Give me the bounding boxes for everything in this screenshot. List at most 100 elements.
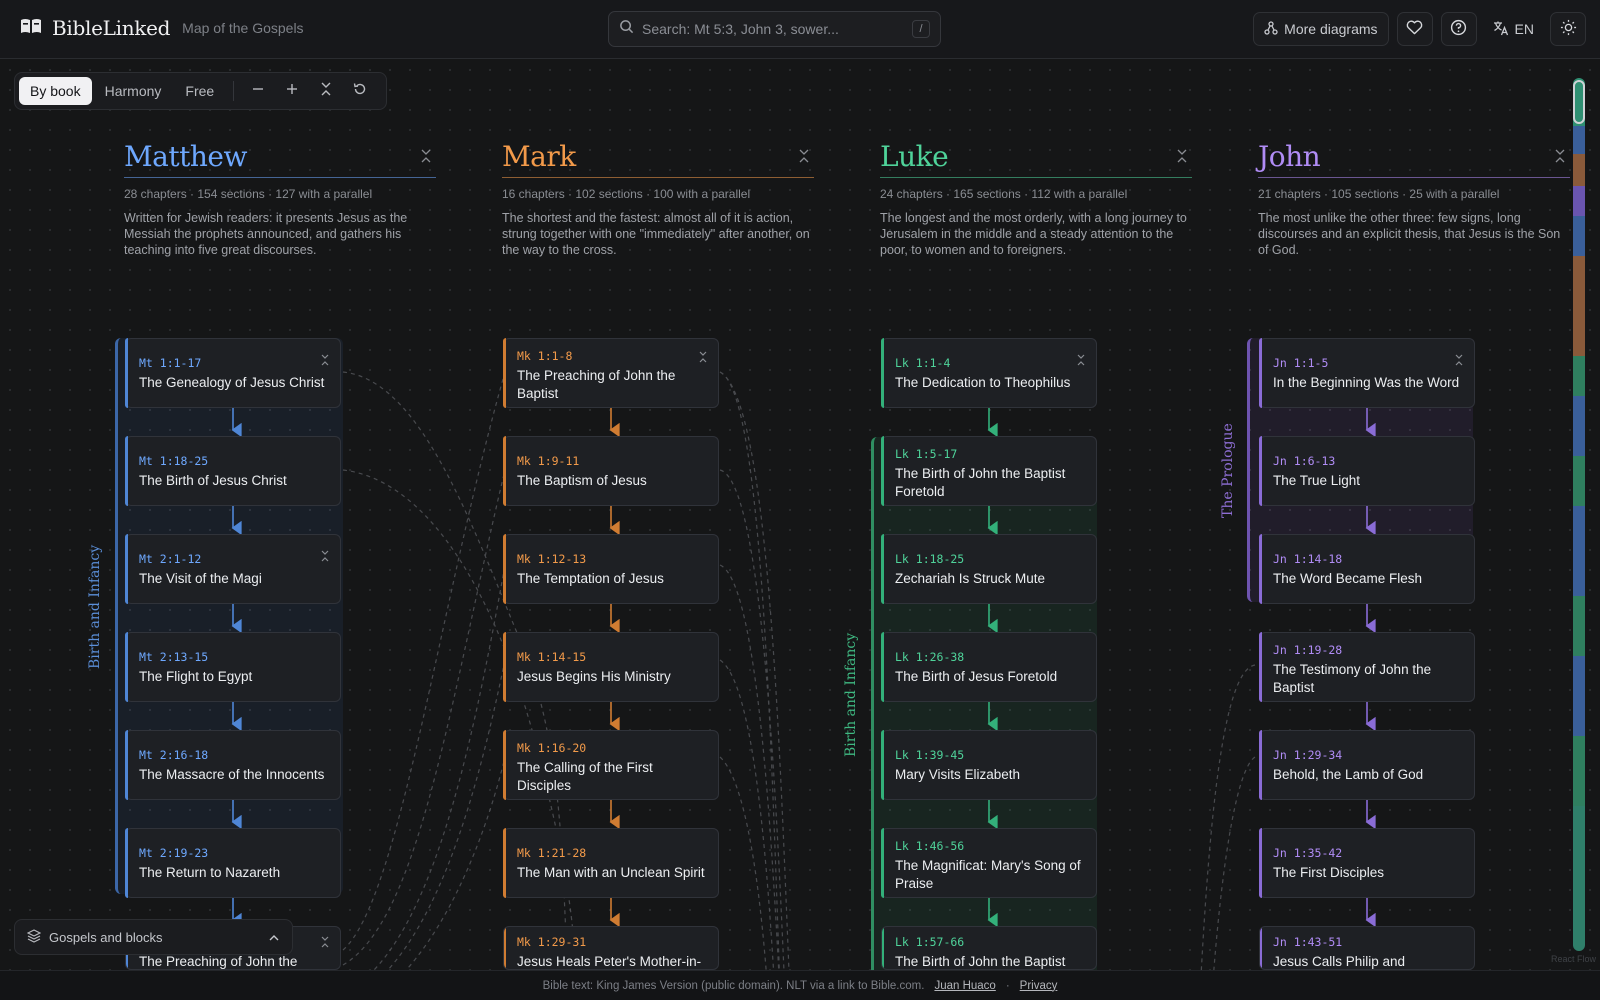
- privacy-link[interactable]: Privacy: [1020, 980, 1058, 992]
- collapse-icon[interactable]: [420, 149, 432, 168]
- help-button[interactable]: [1440, 12, 1477, 46]
- mode-harmony-button[interactable]: Harmony: [94, 77, 173, 105]
- section-card[interactable]: Lk 1:5-17 The Birth of John the Baptist …: [881, 436, 1097, 506]
- card-ref: Jn 1:43-51: [1273, 935, 1343, 949]
- mode-by-book-button[interactable]: By book: [19, 77, 92, 105]
- search-box[interactable]: /: [608, 11, 941, 47]
- card-title: The Birth of Jesus Foretold: [895, 669, 1058, 684]
- section-card[interactable]: Mk 1:29-31 Jesus Heals Peter's Mother-in…: [503, 926, 719, 970]
- card-title: The Genealogy of Jesus Christ: [139, 375, 325, 390]
- section-card[interactable]: Mt 1:1-17 The Genealogy of Jesus Christ: [125, 338, 341, 408]
- section-card[interactable]: Mt 2:1-12 The Visit of the Magi: [125, 534, 341, 604]
- card-ref: Lk 1:46-56: [895, 839, 965, 853]
- toolbar-divider: [233, 81, 235, 101]
- help-icon: [1450, 19, 1467, 39]
- translate-icon: [1493, 20, 1509, 39]
- section-card[interactable]: Jn 1:14-18 The Word Became Flesh: [1259, 534, 1475, 604]
- favorites-button[interactable]: [1396, 12, 1433, 46]
- card-accent: [503, 534, 506, 604]
- collapse-icon[interactable]: [1076, 353, 1086, 371]
- collapse-icon[interactable]: [1454, 353, 1464, 371]
- group-label-luke: Birth and Infancy: [843, 632, 859, 757]
- card-title: The True Light: [1273, 473, 1361, 488]
- mode-free-button[interactable]: Free: [174, 77, 225, 105]
- section-card[interactable]: Jn 1:43-51 Jesus Calls Philip and: [1259, 926, 1475, 970]
- collapse-icon[interactable]: [320, 549, 330, 567]
- zoom-out-button[interactable]: [242, 77, 274, 105]
- footer-dot: ·: [1005, 979, 1010, 992]
- section-card[interactable]: Lk 1:39-45 Mary Visits Elizabeth: [881, 730, 1097, 800]
- section-card[interactable]: Mk 1:9-11 The Baptism of Jesus: [503, 436, 719, 506]
- card-ref: Lk 1:26-38: [895, 650, 965, 664]
- section-card[interactable]: Mt 2:19-23 The Return to Nazareth: [125, 828, 341, 898]
- section-card[interactable]: Lk 1:57-66 The Birth of John the Baptist: [881, 926, 1097, 970]
- card-title: Mary Visits Elizabeth: [895, 767, 1021, 782]
- section-card[interactable]: Lk 1:1-4 The Dedication to Theophilus: [881, 338, 1097, 408]
- collapse-icon[interactable]: [698, 350, 708, 368]
- section-card[interactable]: Jn 1:6-13 The True Light: [1259, 436, 1475, 506]
- card-title: The Dedication to Theophilus: [895, 375, 1071, 390]
- section-card[interactable]: Mt 2:16-18 The Massacre of the Innocents: [125, 730, 341, 800]
- gospel-title: Mark: [502, 139, 576, 173]
- section-card[interactable]: Jn 1:29-34 Behold, the Lamb of God: [1259, 730, 1475, 800]
- card-accent: [1259, 730, 1262, 800]
- collapse-icon[interactable]: [1176, 149, 1188, 168]
- card-title: The Baptism of Jesus: [517, 473, 647, 488]
- gospel-divider: [124, 177, 436, 178]
- card-title: The Calling of the First Disciples: [517, 760, 653, 793]
- panel-label: Gospels and blocks: [49, 929, 163, 945]
- collapse-icon[interactable]: [798, 149, 810, 168]
- card-accent: [1259, 436, 1262, 506]
- section-card[interactable]: Mt 2:13-15 The Flight to Egypt: [125, 632, 341, 702]
- chevron-up-icon[interactable]: [268, 930, 280, 945]
- card-accent: [1259, 338, 1262, 408]
- theme-toggle[interactable]: [1550, 12, 1586, 46]
- section-card[interactable]: Mk 1:12-13 The Temptation of Jesus: [503, 534, 719, 604]
- gospel-header-luke: Luke 24 chapters · 165 sections · 112 wi…: [880, 135, 1192, 258]
- card-title: The Preaching of John the Baptist: [517, 368, 676, 401]
- section-card[interactable]: Jn 1:1-5 In the Beginning Was the Word: [1259, 338, 1475, 408]
- section-card[interactable]: Mk 1:16-20 The Calling of the First Disc…: [503, 730, 719, 800]
- card-title: The Flight to Egypt: [139, 669, 253, 684]
- section-card[interactable]: Lk 1:18-25 Zechariah Is Struck Mute: [881, 534, 1097, 604]
- card-accent: [881, 632, 884, 702]
- language-selector[interactable]: EN: [1485, 12, 1542, 46]
- section-card[interactable]: Mk 1:1-8 The Preaching of John the Bapti…: [503, 338, 719, 408]
- section-card[interactable]: Lk 1:46-56 The Magnificat: Mary's Song o…: [881, 828, 1097, 898]
- brand[interactable]: BibleLinked Map of the Gospels: [20, 16, 304, 40]
- card-title: The Preaching of John the: [139, 954, 298, 969]
- minimap-segment: [1573, 154, 1585, 186]
- card-title: The Return to Nazareth: [139, 865, 281, 880]
- more-diagrams-button[interactable]: More diagrams: [1253, 12, 1389, 46]
- zoom-in-button[interactable]: [276, 77, 308, 105]
- section-card[interactable]: Jn 1:35-42 The First Disciples: [1259, 828, 1475, 898]
- gospel-divider: [880, 177, 1192, 178]
- gospel-description: The shortest and the fastest: almost all…: [502, 211, 810, 257]
- section-card[interactable]: Mt 1:18-25 The Birth of Jesus Christ: [125, 436, 341, 506]
- gospel-stats: 28 chapters · 154 sections · 127 with a …: [124, 187, 373, 201]
- reset-view-button[interactable]: [344, 77, 376, 105]
- search-input[interactable]: [642, 21, 904, 37]
- section-card[interactable]: Mk 1:21-28 The Man with an Unclean Spiri…: [503, 828, 719, 898]
- minimap-segment: [1573, 456, 1585, 506]
- collapse-icon[interactable]: [320, 935, 330, 953]
- gospel-header-mark: Mark 16 chapters · 102 sections · 100 wi…: [502, 135, 814, 258]
- collapse-icon[interactable]: [1554, 149, 1566, 168]
- group-band-matthew: [115, 338, 343, 894]
- collapse-icon[interactable]: [320, 353, 330, 371]
- heart-icon: [1406, 20, 1423, 38]
- author-link[interactable]: Juan Huaco: [934, 980, 995, 992]
- footer-text: Bible text: King James Version (public d…: [542, 979, 925, 992]
- minimap-segment: [1573, 736, 1585, 806]
- react-flow-attribution[interactable]: React Flow: [1551, 954, 1596, 964]
- gospel-header-john: John 21 chapters · 105 sections · 25 wit…: [1258, 135, 1570, 258]
- minimap-segment: [1573, 256, 1585, 356]
- scroll-minimap[interactable]: [1573, 78, 1585, 951]
- section-card[interactable]: Mk 1:14-15 Jesus Begins His Ministry: [503, 632, 719, 702]
- layers-icon: [26, 928, 42, 946]
- collapse-all-button[interactable]: [310, 77, 342, 105]
- section-card[interactable]: Jn 1:19-28 The Testimony of John the Bap…: [1259, 632, 1475, 702]
- gospels-and-blocks-panel[interactable]: Gospels and blocks: [14, 919, 293, 955]
- section-card[interactable]: Lk 1:26-38 The Birth of Jesus Foretold: [881, 632, 1097, 702]
- minimap-viewport[interactable]: [1573, 80, 1585, 124]
